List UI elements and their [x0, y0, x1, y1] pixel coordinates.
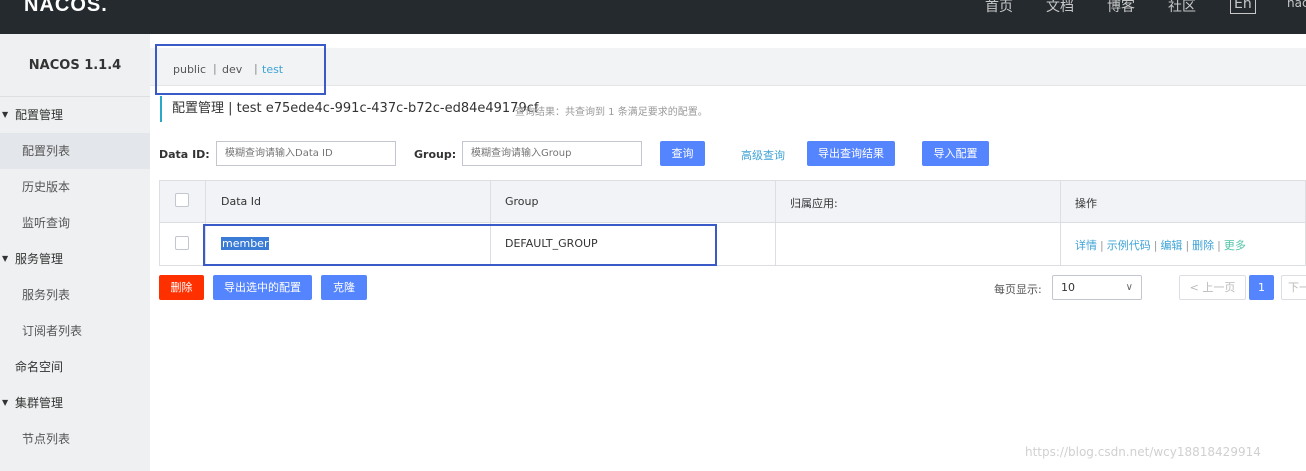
- sidebar-item-service-management[interactable]: ▼ 服务管理: [0, 241, 150, 277]
- sidebar-item-label: 配置管理: [15, 108, 64, 122]
- sidebar-item-listener-query[interactable]: 监听查询: [0, 205, 150, 241]
- select-all-checkbox[interactable]: [175, 193, 189, 207]
- page-size-value: 10: [1061, 281, 1075, 294]
- sidebar-item-history[interactable]: 历史版本: [0, 169, 150, 205]
- delete-link[interactable]: 删除: [1192, 239, 1214, 252]
- page-number-current[interactable]: 1: [1249, 275, 1274, 300]
- chevron-down-icon: ∨: [1125, 282, 1133, 293]
- sidebar-item-service-list[interactable]: 服务列表: [0, 277, 150, 313]
- column-header-group: Group: [505, 195, 539, 208]
- ops-separator: |: [1100, 239, 1104, 252]
- row-checkbox[interactable]: [175, 236, 189, 250]
- ops-separator: |: [1217, 239, 1221, 252]
- nav-blog[interactable]: 博客: [1107, 0, 1135, 16]
- sidebar-item-label: 集群管理: [15, 396, 64, 410]
- ops-separator: |: [1153, 239, 1158, 252]
- page-size-label: 每页显示:: [994, 283, 1042, 296]
- group-label: Group:: [414, 148, 457, 161]
- page-size-select[interactable]: 10 ∨: [1052, 275, 1142, 300]
- advanced-query-link[interactable]: 高级查询: [741, 147, 785, 163]
- sidebar-item-subscriber-list[interactable]: 订阅者列表: [0, 313, 150, 349]
- annotation-box-namespaces: [155, 44, 326, 95]
- prev-page-button[interactable]: < 上一页: [1179, 275, 1246, 300]
- sidebar-item-label: 配置列表: [22, 144, 71, 158]
- annotation-box-row: [203, 224, 717, 266]
- column-divider: [775, 181, 776, 265]
- nacos-logo[interactable]: NACOS.: [24, 0, 108, 17]
- export-selected-button[interactable]: 导出选中的配置: [213, 275, 312, 300]
- search-button[interactable]: 查询: [660, 141, 705, 166]
- sidebar-item-config-list[interactable]: 配置列表: [0, 133, 150, 169]
- watermark: https://blog.csdn.net/wcy18818429914: [1025, 445, 1261, 459]
- sidebar-item-label: 历史版本: [22, 180, 71, 194]
- sidebar-item-label: 命名空间: [15, 360, 64, 374]
- batch-delete-button[interactable]: 删除: [159, 275, 204, 300]
- user-menu[interactable]: nac: [1287, 0, 1306, 10]
- language-toggle[interactable]: En: [1230, 0, 1256, 14]
- sidebar-item-label: 监听查询: [22, 216, 71, 230]
- sidebar-item-label: 节点列表: [22, 432, 71, 446]
- column-divider: [1060, 181, 1061, 265]
- sidebar-item-label: 订阅者列表: [22, 324, 83, 338]
- clone-button[interactable]: 克隆: [321, 275, 367, 300]
- column-header-data-id: Data Id: [221, 195, 261, 208]
- column-header-app: 归属应用:: [790, 197, 838, 210]
- query-result-hint: 查询结果：共查询到 1 条满足要求的配置。: [515, 107, 708, 118]
- caret-down-icon: ▼: [2, 254, 9, 263]
- caret-down-icon: ▼: [2, 110, 9, 119]
- table-header: Data Id Group 归属应用: 操作: [160, 181, 1305, 223]
- caret-down-icon: ▼: [2, 398, 9, 407]
- sidebar-item-node-list[interactable]: 节点列表: [0, 421, 150, 457]
- more-link[interactable]: 更多: [1224, 239, 1246, 252]
- sidebar: NACOS 1.1.4 ▼ 配置管理 配置列表 历史版本 监听查询 ▼ 服务管理…: [0, 34, 150, 471]
- nav-home[interactable]: 首页: [985, 0, 1013, 16]
- page-header: 配置管理 | test e75ede4c-991c-437c-b72c-ed84…: [160, 96, 708, 122]
- top-bar: NACOS. 首页 文档 博客 社区 En nac: [0, 0, 1306, 34]
- operations-cell: 详情 | 示例代码 | 编辑 | 删除 | 更多: [1075, 237, 1246, 253]
- sidebar-item-cluster-management[interactable]: ▼ 集群管理: [0, 385, 150, 421]
- sidebar-item-label: 服务管理: [15, 252, 64, 266]
- details-link[interactable]: 详情: [1075, 239, 1097, 252]
- sidebar-item-config-management[interactable]: ▼ 配置管理: [0, 97, 150, 133]
- export-results-button[interactable]: 导出查询结果: [807, 141, 895, 166]
- sidebar-item-namespace[interactable]: 命名空间: [0, 349, 150, 385]
- page-title: 配置管理 | test e75ede4c-991c-437c-b72c-ed84…: [172, 101, 539, 116]
- next-page-button[interactable]: 下一: [1281, 275, 1306, 300]
- column-header-operations: 操作: [1075, 197, 1097, 210]
- data-id-input[interactable]: [216, 141, 396, 166]
- product-version-title: NACOS 1.1.4: [0, 34, 150, 97]
- sidebar-item-label: 服务列表: [22, 288, 71, 302]
- group-input[interactable]: [462, 141, 642, 166]
- ops-separator: |: [1185, 239, 1190, 252]
- nav-community[interactable]: 社区: [1168, 0, 1196, 16]
- nav-docs[interactable]: 文档: [1046, 0, 1074, 16]
- edit-link[interactable]: 编辑: [1160, 239, 1182, 252]
- sample-code-link[interactable]: 示例代码: [1107, 239, 1151, 252]
- import-config-button[interactable]: 导入配置: [922, 141, 989, 166]
- data-id-label: Data ID:: [159, 148, 210, 161]
